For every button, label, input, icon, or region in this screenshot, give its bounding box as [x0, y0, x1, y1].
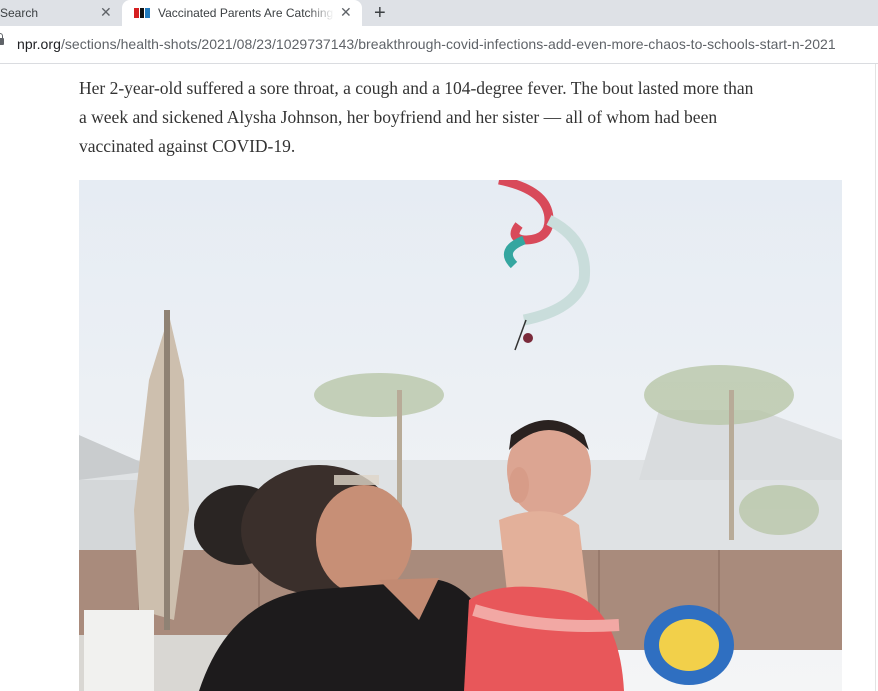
- scrollbar-track[interactable]: [875, 64, 876, 691]
- plus-icon[interactable]: +: [374, 0, 386, 26]
- close-icon[interactable]: ✕: [340, 5, 352, 19]
- tab-label: Search: [0, 6, 39, 20]
- address-bar[interactable]: npr.org/sections/health-shots/2021/08/23…: [0, 26, 878, 64]
- page-content: Her 2-year-old suffered a sore throat, a…: [0, 64, 878, 691]
- url-domain: npr.org: [17, 36, 61, 52]
- url-path: /sections/health-shots/2021/08/23/102973…: [60, 36, 836, 52]
- lock-icon[interactable]: [0, 33, 4, 45]
- article-photo: [79, 180, 842, 691]
- tab-strip: Search ✕ Vaccinated Parents Are Catching…: [0, 0, 878, 26]
- tab-label: Vaccinated Parents Are Catching Covid: [158, 6, 334, 20]
- close-icon[interactable]: ✕: [100, 5, 112, 19]
- photo-illustration: [79, 180, 842, 691]
- tab-article[interactable]: Vaccinated Parents Are Catching Covid ✕: [122, 0, 362, 26]
- article-paragraph: Her 2-year-old suffered a sore throat, a…: [79, 78, 754, 156]
- npr-favicon: [134, 8, 151, 18]
- url-text[interactable]: npr.org/sections/health-shots/2021/08/23…: [17, 36, 836, 52]
- tab-search[interactable]: Search ✕: [0, 0, 122, 26]
